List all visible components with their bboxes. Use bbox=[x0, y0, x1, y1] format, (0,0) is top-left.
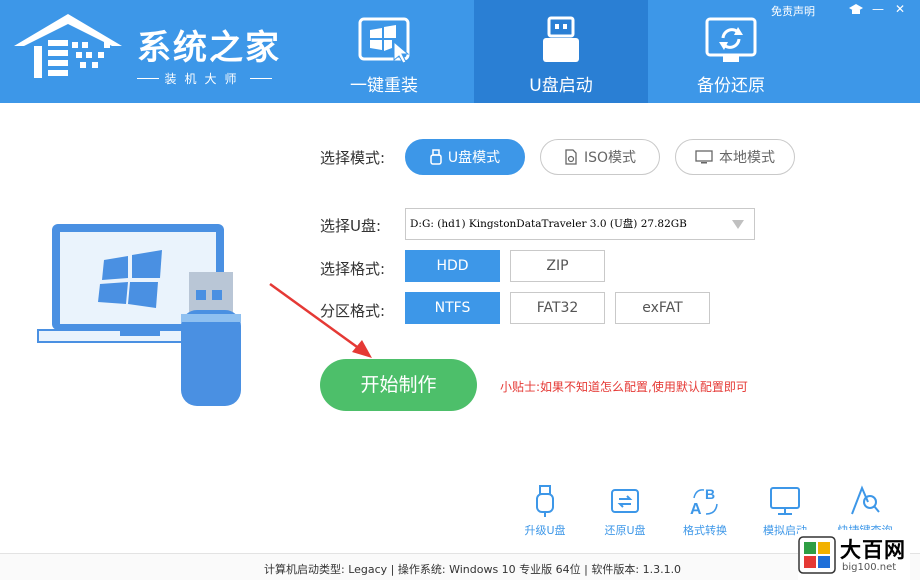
partition-fat32-button[interactable]: FAT32 bbox=[510, 292, 605, 324]
monitor-icon bbox=[695, 150, 713, 164]
minimize-icon[interactable]: — bbox=[870, 2, 886, 16]
tool-label: 还原U盘 bbox=[604, 524, 646, 537]
chevron-down-icon[interactable] bbox=[732, 220, 744, 229]
svg-text:B: B bbox=[705, 486, 715, 502]
tab-label: 备份还原 bbox=[697, 76, 765, 96]
tab-label: U盘启动 bbox=[529, 76, 593, 96]
status-bar: 计算机启动类型: Legacy | 操作系统: Windows 10 专业版 6… bbox=[0, 553, 920, 580]
mode-label-text: 本地模式 bbox=[719, 150, 775, 166]
window-controls: — ✕ bbox=[848, 2, 908, 16]
usb-restore-icon bbox=[611, 489, 639, 513]
format-hdd-button[interactable]: HDD bbox=[405, 250, 500, 282]
site-name: 大百网 bbox=[840, 538, 906, 562]
tool-label: 格式转换 bbox=[683, 524, 727, 537]
tool-label: 升级U盘 bbox=[524, 524, 566, 537]
header-bar: 系统之家 装机大师 一键重装 U盘启动 备份还原 免责声明 — ✕ bbox=[0, 0, 920, 103]
usb-drive-icon bbox=[543, 16, 579, 62]
udisk-select[interactable]: D:G: (hd1) KingstonDataTraveler 3.0 (U盘)… bbox=[405, 208, 755, 240]
tab-usb-boot[interactable]: U盘启动 bbox=[474, 0, 648, 103]
disclaimer-link[interactable]: 免责声明 bbox=[771, 3, 815, 19]
format-label: 选择格式: bbox=[320, 260, 386, 278]
site-watermark: 大百网 big100.net bbox=[798, 530, 910, 580]
house-logo-icon bbox=[14, 14, 122, 78]
mode-local-button[interactable]: 本地模式 bbox=[675, 139, 795, 175]
graduation-cap-icon[interactable] bbox=[848, 2, 864, 16]
iso-file-icon bbox=[565, 149, 577, 165]
brand-title: 系统之家 bbox=[137, 28, 281, 68]
brand-logo: 系统之家 装机大师 bbox=[12, 12, 282, 92]
pointer-arrow-icon bbox=[269, 282, 372, 358]
format-convert-icon: AB bbox=[690, 486, 718, 518]
tool-restore-usb[interactable]: 还原U盘 bbox=[590, 484, 660, 538]
usb-icon bbox=[430, 149, 442, 165]
mode-usb-button[interactable]: U盘模式 bbox=[405, 139, 525, 175]
udisk-label: 选择U盘: bbox=[320, 217, 382, 235]
tip-text: 小贴士:如果不知道怎么配置,使用默认配置即可 bbox=[500, 380, 748, 394]
tool-upgrade-usb[interactable]: 升级U盘 bbox=[510, 484, 580, 538]
tab-one-click-reinstall[interactable]: 一键重装 bbox=[297, 0, 471, 103]
partition-label: 分区格式: bbox=[320, 302, 386, 320]
brand-subtitle: 装机大师 bbox=[137, 70, 272, 87]
site-logo-icon bbox=[798, 536, 836, 574]
format-zip-button[interactable]: ZIP bbox=[510, 250, 605, 282]
udisk-selected-value: D:G: (hd1) KingstonDataTraveler 3.0 (U盘)… bbox=[410, 218, 687, 230]
mode-label: 选择模式: bbox=[320, 149, 386, 167]
backup-restore-icon bbox=[705, 17, 757, 62]
site-url: big100.net bbox=[842, 562, 897, 573]
svg-text:A: A bbox=[690, 501, 702, 518]
mode-iso-button[interactable]: ISO模式 bbox=[540, 139, 660, 175]
usb-upgrade-icon bbox=[536, 485, 554, 517]
mode-label-text: U盘模式 bbox=[447, 150, 501, 166]
monitor-icon bbox=[770, 487, 800, 515]
partition-exfat-button[interactable]: exFAT bbox=[615, 292, 710, 324]
tab-label: 一键重装 bbox=[350, 76, 418, 96]
key-search-icon bbox=[851, 485, 880, 515]
mode-label-text: ISO模式 bbox=[583, 150, 637, 166]
partition-ntfs-button[interactable]: NTFS bbox=[405, 292, 500, 324]
laptop-usb-illustration bbox=[37, 224, 241, 406]
close-icon[interactable]: ✕ bbox=[892, 2, 908, 16]
tool-format-convert[interactable]: AB 格式转换 bbox=[670, 484, 740, 538]
system-info-text: 计算机启动类型: Legacy | 操作系统: Windows 10 专业版 6… bbox=[264, 563, 682, 576]
windows-pointer-icon bbox=[358, 17, 410, 64]
start-make-button[interactable]: 开始制作 bbox=[320, 359, 477, 411]
